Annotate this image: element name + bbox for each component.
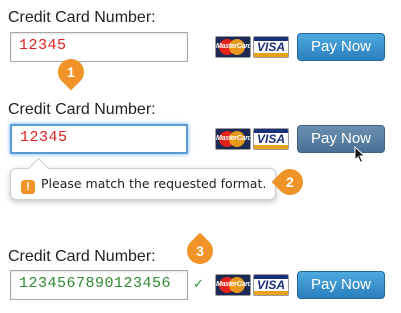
step-3-number: 3 <box>196 242 204 259</box>
pay-now-button[interactable]: Pay Now <box>297 271 385 299</box>
arrow-cursor-icon <box>354 146 366 164</box>
credit-card-label: Credit Card Number: <box>8 9 156 26</box>
validation-tooltip: ! Please match the requested format. <box>10 157 276 200</box>
credit-card-input-valid[interactable]: 1234567890123456 <box>10 270 188 300</box>
pay-now-button[interactable]: Pay Now <box>297 33 385 61</box>
screenshot-stage: Credit Card Number: 12345 MasterCard VIS… <box>0 0 401 313</box>
step-2-number: 2 <box>286 173 294 190</box>
credit-card-input[interactable]: 12345 <box>10 32 188 62</box>
visa-logo: VISA <box>253 36 289 58</box>
step-3-badge: 3 <box>181 232 219 270</box>
step-2-badge: 2 <box>271 163 309 201</box>
step-1-number: 1 <box>67 64 75 81</box>
visa-logo: VISA <box>253 128 289 150</box>
visa-text: VISA <box>256 278 285 292</box>
credit-card-label: Credit Card Number: <box>8 101 156 118</box>
visa-text: VISA <box>256 132 285 146</box>
visa-text: VISA <box>256 40 285 54</box>
pay-now-button-hover[interactable]: Pay Now <box>297 125 385 153</box>
mastercard-text: MasterCard <box>216 135 251 142</box>
validation-message: Please match the requested format. <box>41 176 267 191</box>
visa-logo: VISA <box>253 274 289 296</box>
credit-card-input-focused[interactable]: 12345 <box>10 124 188 154</box>
credit-card-label: Credit Card Number: <box>8 248 156 265</box>
mastercard-logo: MasterCard <box>215 36 251 58</box>
warning-icon: ! <box>21 180 35 194</box>
mastercard-text: MasterCard <box>216 43 251 50</box>
valid-checkmark-icon: ✓ <box>193 277 204 292</box>
mastercard-text: MasterCard <box>216 281 251 288</box>
mastercard-logo: MasterCard <box>215 274 251 296</box>
mastercard-logo: MasterCard <box>215 128 251 150</box>
